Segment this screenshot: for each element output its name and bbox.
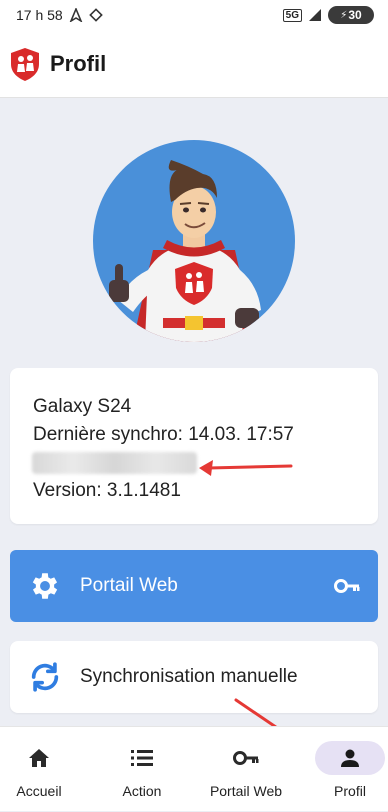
nav-label-portail-web: Portail Web — [209, 783, 283, 799]
status-right: 5G ⚡ 30 — [282, 6, 374, 24]
battery-indicator: ⚡ 30 — [328, 6, 374, 24]
signal-icon — [309, 9, 321, 21]
nav-icon-box — [211, 741, 281, 775]
nav-label-accueil: Accueil — [16, 783, 62, 799]
manual-sync-label: Synchronisation manuelle — [80, 666, 298, 687]
diamond-icon — [88, 8, 103, 22]
nav-item-action[interactable]: Action — [107, 727, 177, 812]
last-sync: Dernière synchro: 14.03. 17:57 — [33, 424, 294, 445]
nav-item-portail-web[interactable]: Portail Web — [200, 727, 292, 812]
navigation-icon — [69, 8, 83, 22]
status-left: 17 h 58 — [16, 7, 103, 23]
gear-icon — [32, 573, 58, 599]
status-bar: 17 h 58 5G ⚡ 30 — [0, 0, 388, 30]
nav-item-accueil[interactable]: Accueil — [4, 727, 74, 812]
profile-info-card: Galaxy S24 Dernière synchro: 14.03. 17:5… — [10, 368, 378, 524]
nav-icon-box — [107, 741, 177, 775]
network-badge: 5G — [282, 8, 302, 22]
blurred-email — [32, 452, 197, 474]
page-title: Profil — [50, 50, 107, 76]
status-time: 17 h 58 — [16, 7, 63, 23]
key-icon — [233, 751, 259, 765]
app-bar: Profil — [0, 30, 388, 98]
portal-web-label: Portail Web — [80, 575, 178, 596]
avatar — [93, 140, 295, 342]
battery-bolt-icon: ⚡ — [340, 9, 348, 21]
list-icon — [131, 750, 153, 766]
nav-item-profil[interactable]: Profil — [314, 727, 386, 812]
portal-web-button[interactable]: Portail Web — [10, 550, 378, 622]
app-version: Version: 3.1.1481 — [33, 480, 181, 501]
nav-label-action: Action — [122, 783, 162, 799]
person-icon — [341, 749, 359, 767]
battery-level: 30 — [348, 8, 362, 22]
nav-icon-box — [4, 741, 74, 775]
nav-icon-box-active — [315, 741, 385, 775]
sync-icon — [31, 662, 59, 692]
nav-label-profil: Profil — [334, 783, 366, 799]
device-name: Galaxy S24 — [33, 396, 132, 417]
key-icon — [334, 579, 360, 593]
superhero-mascot-icon — [109, 160, 261, 342]
manual-sync-button[interactable]: Synchronisation manuelle — [10, 641, 378, 713]
bottom-navigation: Accueil Action Portail Web Profil — [0, 726, 388, 811]
home-icon — [29, 749, 49, 767]
shield-logo-icon — [11, 47, 39, 81]
